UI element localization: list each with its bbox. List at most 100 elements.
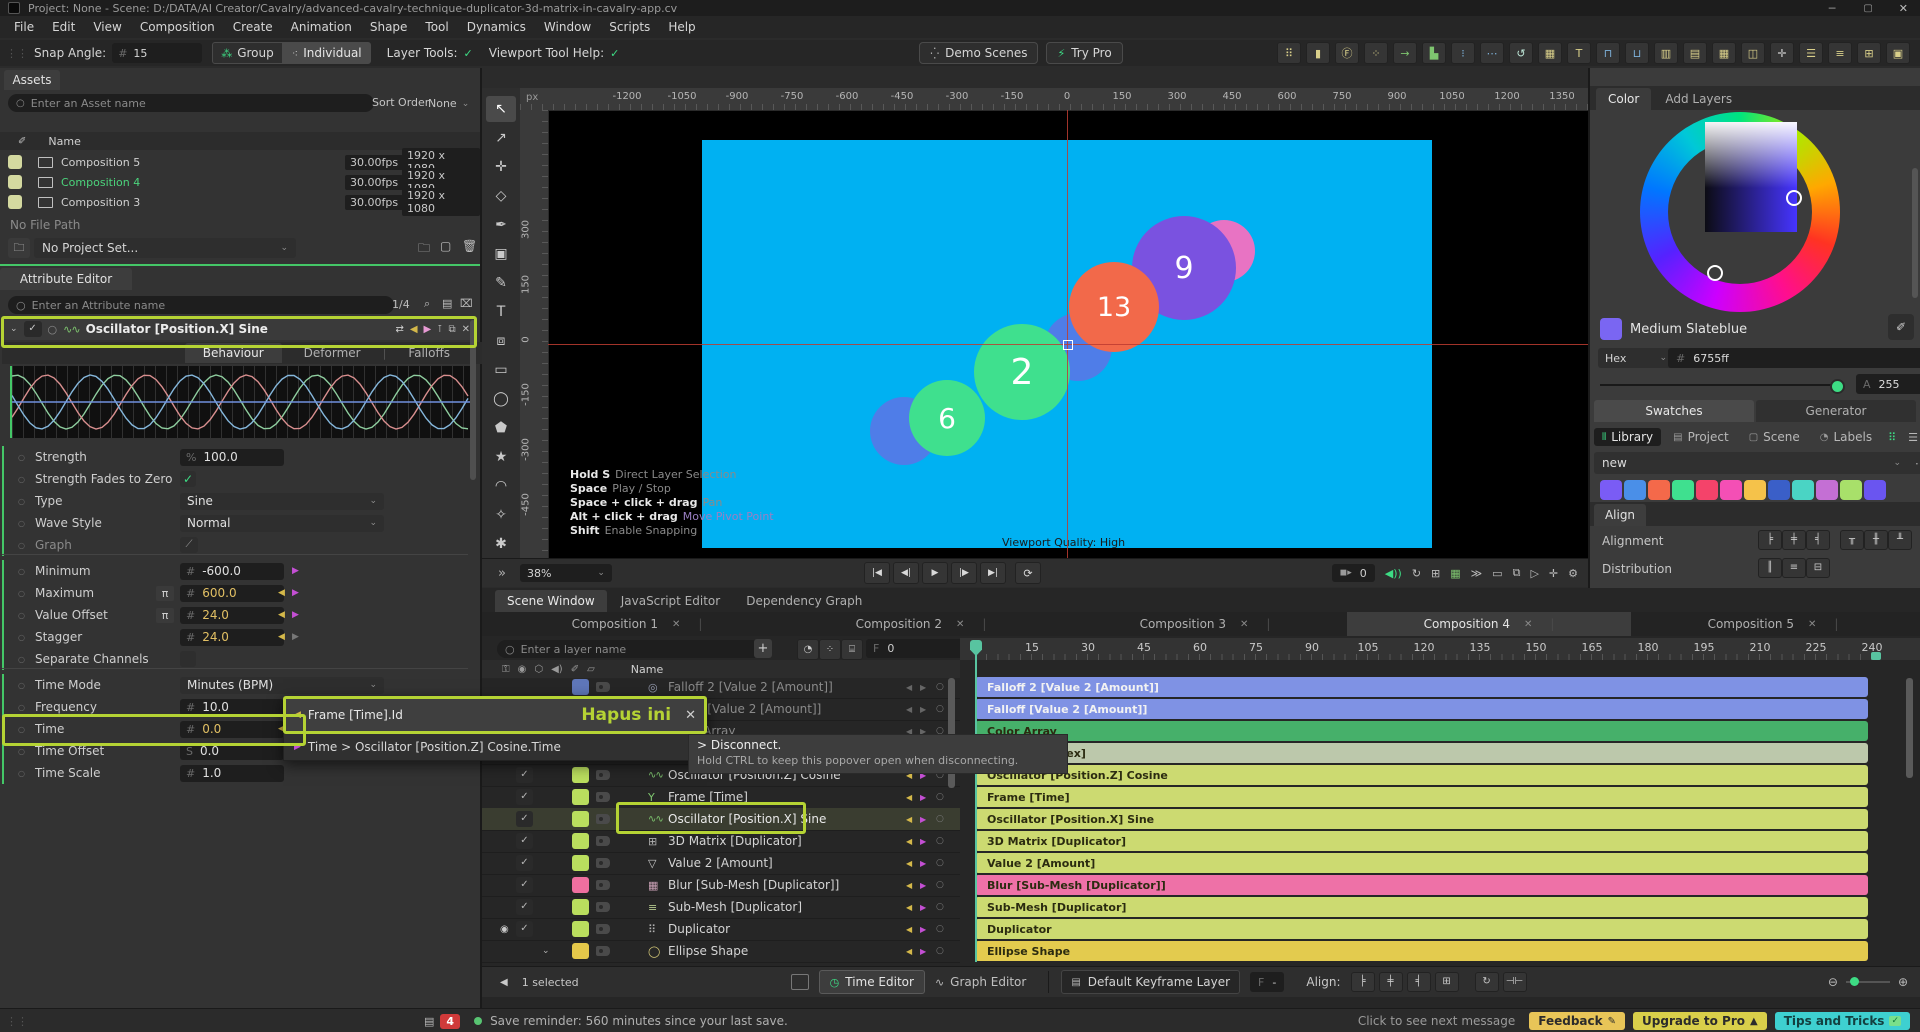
timeline-frame-field[interactable]: F- — [1250, 972, 1285, 992]
color-panel-scrollbar[interactable] — [1912, 168, 1918, 298]
keyframe-dot-icon[interactable]: ○ — [18, 589, 25, 598]
attribute-value-field[interactable]: #24.0 — [180, 606, 284, 624]
alpha-slider-knob[interactable] — [1830, 379, 1845, 394]
step-back-button[interactable]: ◀| — [892, 562, 919, 584]
frame-label-icon[interactable]: Ⓕ — [1335, 42, 1359, 64]
ellipse-tool[interactable]: ◯ — [486, 386, 516, 412]
conn-out-icon[interactable]: ▶ — [920, 859, 926, 868]
layer-color-swatch[interactable] — [572, 789, 589, 805]
keyframe-circle-icon[interactable]: ○ — [936, 902, 944, 912]
palette-swatch[interactable] — [1648, 480, 1670, 500]
clear-filter-icon[interactable]: ⌧ — [460, 297, 473, 310]
zoom-plus-icon[interactable]: ⌕ — [424, 297, 430, 311]
align-bottom-icon[interactable]: ⊔ — [1625, 42, 1649, 64]
conn-in-icon[interactable]: ◀ — [906, 903, 912, 912]
asset-search-input[interactable]: ○ Enter an Asset name — [8, 94, 374, 112]
distribute-grid-icon[interactable]: ⊟ — [1806, 558, 1830, 578]
tab-close-icon[interactable]: ✕ — [1808, 619, 1816, 630]
keyframe-dot-icon[interactable]: ○ — [18, 633, 25, 642]
timeline-bar[interactable]: Blur [Sub-Mesh [Duplicator]] — [975, 875, 1868, 895]
expand-chevron-icon[interactable]: ⌄ — [542, 946, 550, 956]
oscillator-header-row[interactable]: ⌄ ✓ ○ ∿∿ Oscillator [Position.X] Sine ⇄ ◀ ▶ ⊺ ⧉ ✕ — [2, 318, 476, 340]
conn-out-icon[interactable]: ▶ — [920, 683, 926, 692]
attribute-value-field[interactable]: #10.0 — [180, 698, 284, 716]
layer-tools-check-icon[interactable]: ✓ — [464, 47, 473, 60]
tips-button[interactable]: Tips and Tricks ✓ — [1774, 1012, 1910, 1030]
asset-row[interactable]: Composition 3 30.00fps 1920 x 1080 — [0, 188, 480, 216]
cycle-icon[interactable]: ↻ — [1474, 972, 1499, 992]
align-left-icon[interactable]: ╞ — [1350, 972, 1375, 992]
timeline-scrollbar[interactable] — [1906, 678, 1913, 778]
palette-swatch[interactable] — [1768, 480, 1790, 500]
source-scene[interactable]: ▢ Scene — [1741, 428, 1808, 446]
align-grid-icon[interactable]: ⊞ — [1434, 972, 1459, 992]
trash-icon[interactable]: 🗑 — [462, 239, 477, 253]
conn-in-icon[interactable]: ◀ — [906, 683, 912, 692]
hex-value-field[interactable]: #6755ff — [1668, 348, 1920, 368]
tag-icon[interactable] — [596, 770, 610, 780]
tab-composition-4[interactable]: Composition 4 ✕ | — [1347, 612, 1631, 636]
timeline-bar[interactable]: Frame [Time] — [975, 787, 1868, 807]
panel-split-icon[interactable]: ◫ — [1741, 42, 1765, 64]
timeline-bar[interactable]: Value 2 [Amount] — [975, 853, 1868, 873]
transform-icon[interactable]: ✛ — [1549, 567, 1558, 580]
tag-icon[interactable] — [596, 858, 610, 868]
tab-add-layers[interactable]: Add Layers — [1653, 88, 1744, 110]
tab-align[interactable]: Align — [1594, 504, 1646, 526]
timeline-bar[interactable]: Ellipse Shape — [975, 941, 1868, 961]
keyframe-dot-icon[interactable]: ○ — [18, 519, 25, 528]
keyframe-dot-icon[interactable]: ○ — [18, 769, 25, 778]
time-editor-button[interactable]: ◷ Time Editor — [818, 970, 925, 994]
keyframe-circle-icon[interactable]: ○ — [936, 946, 944, 956]
close-icon[interactable]: ✕ — [462, 324, 470, 335]
attribute-checkbox[interactable] — [180, 651, 196, 667]
timeline-bar[interactable]: 3D Matrix [Duplicator] — [975, 831, 1868, 851]
work-area-end-marker[interactable] — [1871, 652, 1881, 660]
distribute-h-icon[interactable]: ║ — [1758, 558, 1782, 578]
text-tool[interactable]: T — [486, 299, 516, 325]
transform-tool[interactable]: ⧈ — [486, 328, 516, 354]
export-icon[interactable]: ⧉ — [1513, 566, 1521, 580]
conn-out-icon[interactable]: ▶ — [920, 881, 926, 890]
render-flag-icon[interactable]: ▷ — [1530, 567, 1538, 580]
keyframe-dot-icon[interactable]: ○ — [18, 725, 25, 734]
duplicate-icon[interactable]: ⧉ — [448, 324, 455, 335]
popover-connection-row[interactable]: ◀ Frame [Time].Id Hapus ini ✕ — [283, 696, 707, 734]
tag-icon[interactable] — [596, 836, 610, 846]
conn-in-icon[interactable]: ◀ — [906, 925, 912, 934]
graph-curve-button[interactable]: ⟋ — [180, 537, 198, 553]
keyframe-circle-icon[interactable]: ○ — [936, 924, 944, 934]
table-icon[interactable]: ▦ — [1538, 42, 1562, 64]
dropper-icon[interactable]: ✐ — [571, 664, 579, 675]
menu-edit[interactable]: Edit — [52, 20, 75, 34]
rows-icon[interactable]: ▤ — [1683, 42, 1707, 64]
in-out-icon[interactable]: ⊣⊢ — [1502, 972, 1527, 992]
conn-out-icon[interactable]: ▶ — [292, 610, 299, 620]
conn-out-icon[interactable]: ▶ — [920, 837, 926, 846]
align-bottom-icon[interactable]: ╨ — [1888, 530, 1912, 550]
upgrade-button[interactable]: Upgrade to Pro ▲ — [1633, 1012, 1767, 1030]
conn-in-icon[interactable]: ◀ — [906, 793, 912, 802]
split-icon[interactable]: ⇄ — [395, 324, 403, 335]
error-count-badge[interactable]: 4 — [440, 1013, 461, 1029]
align-center-h-icon[interactable]: ╪ — [1782, 530, 1806, 550]
jump-end-button[interactable]: ▶| — [979, 562, 1006, 584]
palette-swatch[interactable] — [1720, 480, 1742, 500]
conn-in-icon[interactable]: ◀ — [906, 947, 912, 956]
conn-in-icon[interactable]: ◀ — [906, 859, 912, 868]
bar-chart-icon[interactable]: ▙ — [1422, 42, 1446, 64]
menu-file[interactable]: File — [14, 20, 34, 34]
align-right-icon[interactable]: ╡ — [1806, 530, 1830, 550]
play-button[interactable]: ▶ — [921, 562, 948, 584]
attribute-value-field[interactable]: #0.0 — [180, 720, 284, 738]
attribute-dropdown[interactable]: Normal ⌄ — [180, 514, 384, 532]
eye-icon[interactable]: ◉ — [518, 664, 527, 675]
project-folder-icon[interactable]: 🗀 — [8, 238, 30, 258]
menu-help[interactable]: Help — [668, 20, 695, 34]
polygon-tool[interactable]: ⬟ — [486, 415, 516, 441]
align-left-icon[interactable]: ╞ — [1758, 530, 1782, 550]
conn-in-icon[interactable]: ◀ — [906, 881, 912, 890]
graph-editor-button[interactable]: ∿ Graph Editor — [925, 971, 1036, 993]
settings-tool[interactable]: ✱ — [486, 531, 516, 557]
tag-icon[interactable] — [596, 880, 610, 890]
